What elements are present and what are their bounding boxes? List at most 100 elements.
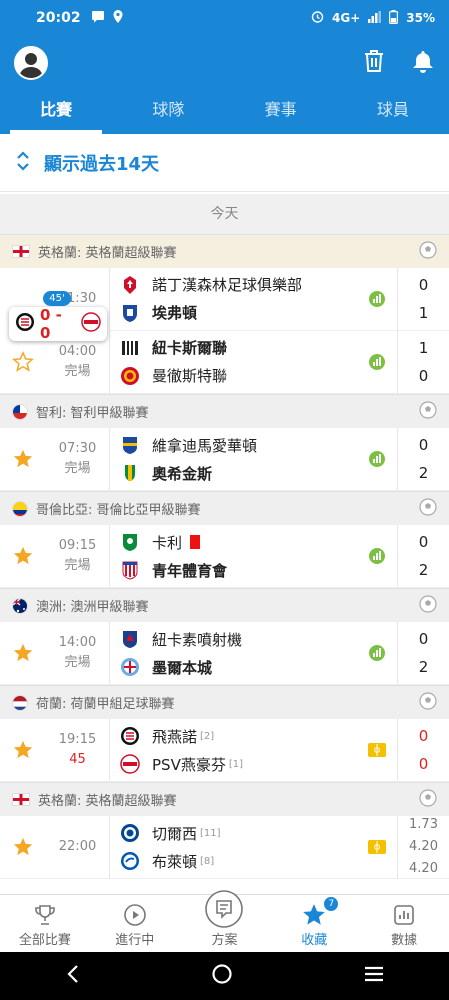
nav-data[interactable]: 數據 bbox=[359, 895, 449, 952]
away-team[interactable]: 布萊頓 [8] bbox=[120, 850, 357, 872]
home-team[interactable]: 紐卡素噴射機 bbox=[120, 628, 357, 650]
league-header[interactable]: 澳洲: 澳洲甲級聯賽 bbox=[0, 588, 449, 622]
avatar[interactable] bbox=[14, 46, 48, 80]
favorite-star-icon[interactable] bbox=[0, 545, 46, 567]
show-past-button[interactable]: 顯示過去14天 bbox=[0, 134, 449, 192]
league-name: 荷蘭: 荷蘭甲組足球聯賽 bbox=[36, 697, 175, 712]
match-time: 09:15 bbox=[58, 538, 97, 553]
away-team[interactable]: 墨爾本城 bbox=[120, 656, 357, 678]
stats-icon[interactable] bbox=[357, 268, 397, 330]
tips-icon bbox=[205, 889, 244, 929]
newcastle-logo-icon bbox=[120, 338, 140, 358]
home-team[interactable]: 飛燕諾 [2] bbox=[120, 725, 357, 747]
england-flag-icon bbox=[12, 793, 30, 806]
trash-icon[interactable] bbox=[363, 49, 385, 77]
ohiggins-logo-icon bbox=[120, 463, 140, 483]
home-team[interactable]: 卡利 bbox=[120, 531, 357, 553]
favorite-star-icon[interactable] bbox=[0, 448, 46, 470]
stats-icon[interactable] bbox=[357, 331, 397, 394]
alarm-icon bbox=[311, 10, 324, 26]
soccer-ball-icon[interactable] bbox=[419, 691, 437, 714]
match-time: 19:15 bbox=[58, 732, 97, 747]
home-team[interactable]: 紐卡斯爾聯 bbox=[120, 337, 357, 359]
soccer-ball-icon[interactable] bbox=[419, 240, 437, 263]
soccer-ball-icon[interactable] bbox=[419, 788, 437, 811]
home-icon[interactable] bbox=[211, 963, 233, 989]
psv-logo-icon bbox=[81, 312, 101, 336]
expand-icon bbox=[16, 150, 30, 176]
away-team[interactable]: 奧希金斯 bbox=[120, 462, 357, 484]
score-column: 1 0 bbox=[397, 330, 449, 393]
score-column: 02 bbox=[397, 622, 449, 684]
pitch-icon[interactable] bbox=[357, 719, 397, 781]
league-header[interactable]: 哥倫比亞: 哥倫比亞甲級聯賽 bbox=[0, 491, 449, 525]
nav-all-matches[interactable]: 全部比賽 bbox=[0, 895, 90, 952]
signal-icon bbox=[368, 10, 382, 26]
soccer-ball-icon[interactable] bbox=[419, 400, 437, 423]
stats-icon[interactable] bbox=[357, 428, 397, 490]
league-header[interactable]: 英格蘭: 英格蘭超級聯賽 bbox=[0, 234, 449, 268]
match-status: 完場 bbox=[64, 655, 91, 670]
play-icon bbox=[123, 901, 147, 929]
stats-icon[interactable] bbox=[357, 622, 397, 684]
battery-icon bbox=[389, 9, 399, 27]
away-team[interactable]: 青年體育會 bbox=[120, 559, 357, 581]
match-row[interactable]: 14:00 完場 紐卡素噴射機 墨爾本城 02 bbox=[0, 622, 449, 685]
newcastle-jets-logo-icon bbox=[120, 629, 140, 649]
home-team[interactable]: 維拿迪馬愛華頓 bbox=[120, 434, 357, 456]
league-header[interactable]: 英格蘭: 英格蘭超級聯賽 bbox=[0, 782, 449, 816]
red-card-icon bbox=[190, 535, 201, 549]
recents-icon[interactable] bbox=[364, 966, 384, 986]
odds-column: 1.73 4.20 4.20 bbox=[397, 816, 449, 878]
back-icon[interactable] bbox=[66, 964, 80, 988]
england-flag-icon bbox=[12, 245, 30, 258]
match-row[interactable]: 09:15 完場 卡利 青年體育會 02 bbox=[0, 525, 449, 588]
bell-icon[interactable] bbox=[411, 49, 435, 77]
home-team[interactable]: 諾丁漢森林足球俱樂部 bbox=[120, 274, 357, 296]
score-column: 02 bbox=[397, 525, 449, 587]
away-team[interactable]: 埃弗頓 bbox=[120, 302, 357, 324]
stats-icon[interactable] bbox=[357, 525, 397, 587]
everton-chile-logo-icon bbox=[120, 435, 140, 455]
league-header[interactable]: 智利: 智利甲級聯賽 bbox=[0, 394, 449, 428]
match-row[interactable]: 22:00 切爾西 [11] 布萊頓 [8] 1.73 4.20 4.20 bbox=[0, 816, 449, 879]
league-header[interactable]: 荷蘭: 荷蘭甲組足球聯賽 bbox=[0, 685, 449, 719]
day-header: 今天 bbox=[0, 194, 449, 234]
match-time: 04:00 bbox=[58, 343, 97, 359]
battery-level: 35% bbox=[406, 11, 435, 25]
score-column: 00 bbox=[397, 719, 449, 781]
favorite-star-icon[interactable] bbox=[0, 350, 46, 373]
cali-logo-icon bbox=[120, 532, 140, 552]
man-utd-logo-icon bbox=[120, 366, 140, 386]
live-minute-badge: 45' bbox=[43, 291, 71, 306]
show-past-label: 顯示過去14天 bbox=[44, 153, 160, 175]
league-name: 澳洲: 澳洲甲級聯賽 bbox=[36, 600, 149, 615]
away-team[interactable]: 曼徹斯特聯 bbox=[120, 365, 357, 387]
nav-tips[interactable]: 方案 bbox=[180, 890, 270, 952]
match-row[interactable]: 07:30 完場 維拿迪馬愛華頓 奧希金斯 02 bbox=[0, 428, 449, 491]
network-label: 4G+ bbox=[332, 11, 361, 25]
nav-favorites[interactable]: 7 收藏 bbox=[269, 895, 359, 952]
bottom-nav: 全部比賽 進行中 方案 7 收藏 數據 bbox=[0, 890, 449, 952]
favorite-star-icon[interactable] bbox=[0, 836, 46, 858]
match-minute: 45 bbox=[69, 752, 86, 767]
live-score-popup[interactable]: 0 - 0 bbox=[9, 306, 107, 342]
app-header bbox=[0, 36, 449, 90]
home-team[interactable]: 切爾西 [11] bbox=[120, 822, 357, 844]
tab-players[interactable]: 球員 bbox=[337, 90, 449, 134]
tab-teams[interactable]: 球隊 bbox=[112, 90, 224, 134]
nav-live[interactable]: 進行中 bbox=[90, 895, 180, 952]
system-nav-bar bbox=[0, 952, 449, 1000]
soccer-ball-icon[interactable] bbox=[419, 594, 437, 617]
soccer-ball-icon[interactable] bbox=[419, 497, 437, 520]
favorite-star-icon[interactable] bbox=[0, 642, 46, 664]
away-team[interactable]: PSV燕豪芬 [1] bbox=[120, 753, 357, 775]
match-status: 完場 bbox=[64, 558, 91, 573]
pitch-icon[interactable] bbox=[357, 816, 397, 878]
live-score: 0 - 0 bbox=[40, 306, 62, 342]
match-row[interactable]: 19:15 45 飛燕諾 [2] PSV燕豪芬 [1] 00 bbox=[0, 719, 449, 782]
tab-competitions[interactable]: 賽事 bbox=[225, 90, 337, 134]
favorite-star-icon[interactable] bbox=[0, 739, 46, 761]
tab-matches[interactable]: 比賽 bbox=[0, 90, 112, 134]
chile-flag-icon bbox=[12, 403, 28, 420]
